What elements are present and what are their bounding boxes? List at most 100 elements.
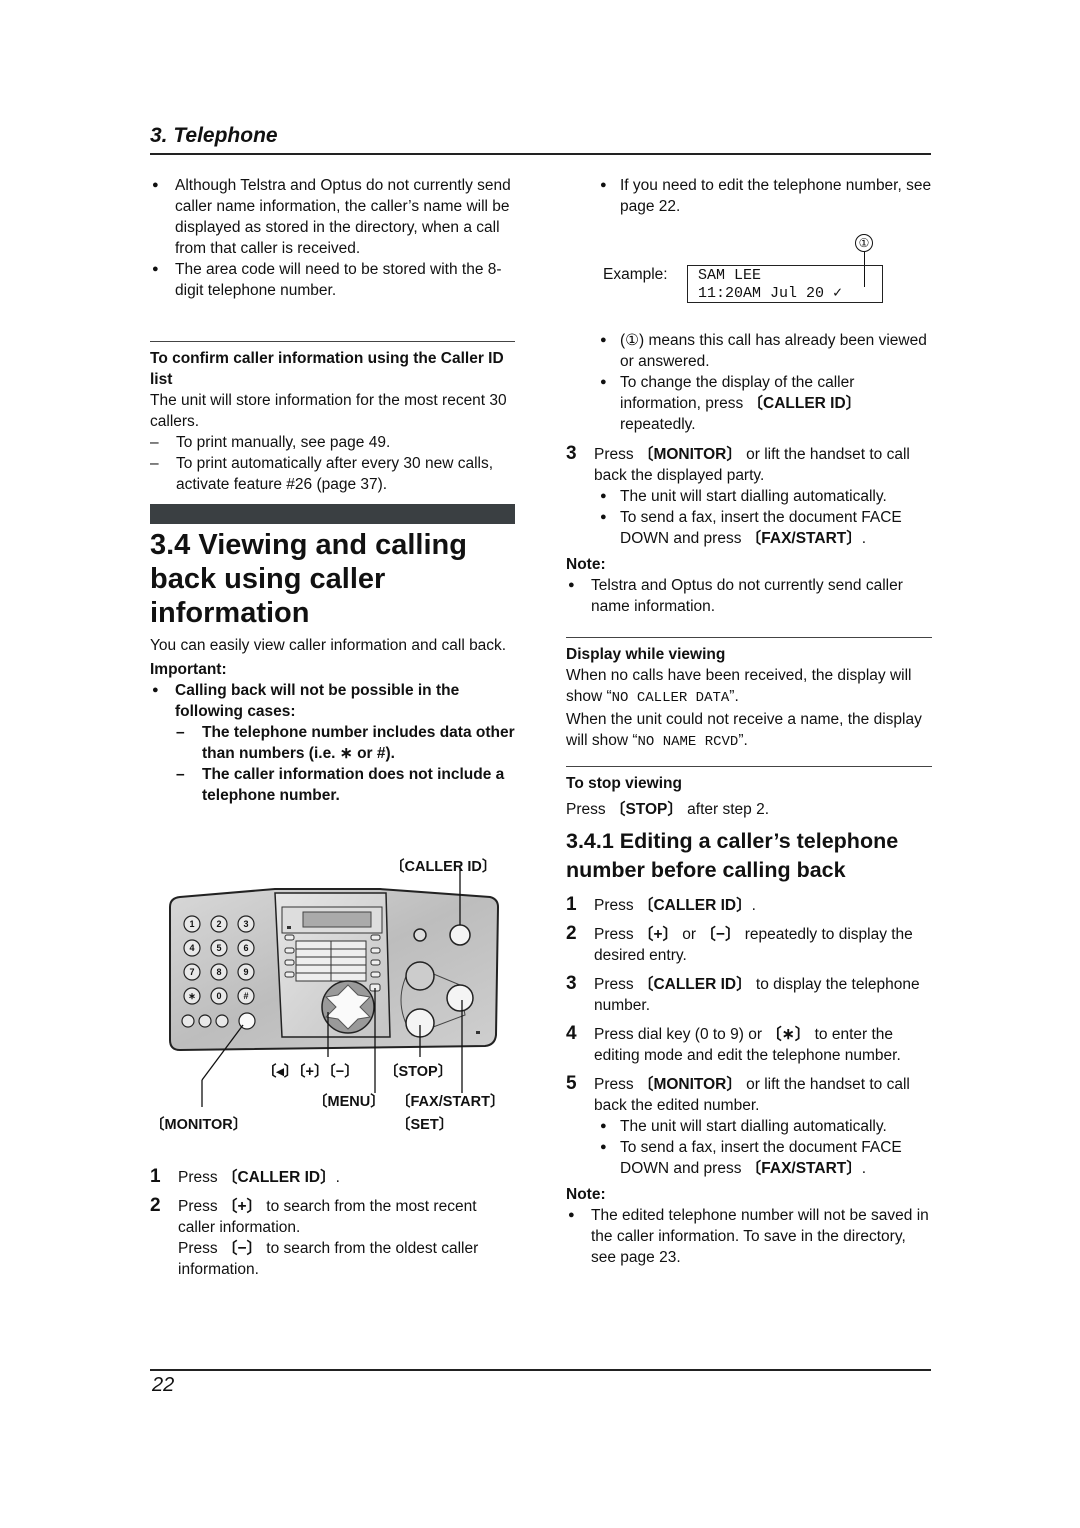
divider (566, 766, 932, 767)
monitor-button-right (405, 961, 435, 991)
section-title: 3.4 Viewing and calling back using calle… (150, 529, 467, 629)
bullet-item: To send a fax, insert the document FACE … (566, 507, 932, 549)
stop-viewing: To stop viewing Press 〔STOP〕 after step … (566, 766, 932, 820)
key-caller-id: 〔CALLER ID〕 (747, 395, 862, 412)
subheading: To stop viewing (566, 775, 682, 792)
step-item: 2 Press 〔+〕 to search from the most rece… (150, 1195, 479, 1278)
keypad-key: 3 (243, 919, 248, 929)
example-label: Example: (603, 266, 668, 283)
important-dash: The caller information does not include … (150, 764, 515, 806)
lcd-message: NO NAME RCVD (637, 734, 739, 750)
lcd-message: NO CALLER DATA (611, 690, 730, 706)
section-bar (150, 504, 515, 524)
keypad-key: 2 (216, 919, 221, 929)
keypad-key: 7 (189, 967, 194, 977)
key-star: 〔∗〕 (766, 1026, 811, 1043)
keypad-key: # (243, 991, 248, 1001)
label-stop: 〔STOP〕 (384, 1064, 453, 1080)
subsection-editing: 3.4.1 Editing a caller’s telephone numbe… (566, 827, 932, 1268)
step-item: 1 Press 〔CALLER ID〕. (150, 1166, 340, 1187)
bullet-item: The area code will need to be stored wit… (150, 259, 515, 301)
keypad-key: 0 (216, 991, 221, 1001)
edit-note: If you need to edit the telephone number… (566, 175, 932, 217)
step-number: 3 (566, 973, 577, 994)
key-stop: 〔STOP〕 (609, 801, 683, 818)
label-set: 〔SET〕 (396, 1117, 454, 1133)
step-number: 1 (150, 1166, 161, 1187)
bullet-item: The unit will start dialling automatical… (566, 1116, 932, 1137)
key-caller-id: 〔CALLER ID〕 (637, 897, 752, 914)
keypad-key: 8 (216, 967, 221, 977)
paragraph: When no calls have been received, the di… (566, 667, 912, 706)
note-item: The edited telephone number will not be … (566, 1205, 932, 1268)
key-plus: 〔+〕 (637, 926, 678, 943)
note-label: Note: (566, 1186, 606, 1203)
intro-bullets: Although Telstra and Optus do not curren… (150, 175, 515, 301)
step-number: 3 (566, 443, 577, 464)
paragraph: You can easily view caller information a… (150, 637, 507, 654)
paragraph: The unit will store information for the … (150, 392, 507, 430)
important-label: Important: (150, 661, 227, 678)
subsection-title: 3.4.1 Editing a caller’s telephone numbe… (566, 829, 899, 882)
bullet-item: (①) means this call has already been vie… (566, 330, 932, 372)
step-number: 5 (566, 1073, 577, 1094)
paragraph: When the unit could not receive a name, … (566, 711, 922, 750)
important-bullet: Calling back will not be possible in the… (150, 680, 515, 722)
step-item: 1 Press 〔CALLER ID〕. (566, 894, 756, 915)
step-item: 5 Press 〔MONITOR〕 or lift the handset to… (566, 1073, 910, 1114)
label-menu: 〔MENU〕 (313, 1094, 385, 1110)
keypad-key: 4 (189, 943, 194, 953)
key-monitor: 〔MONITOR〕 (637, 1076, 742, 1093)
key-fax-start: 〔FAX/START〕 (745, 530, 862, 547)
note-label: Note: (566, 556, 606, 573)
key-fax-start: 〔FAX/START〕 (745, 1160, 862, 1177)
bullet-item: If you need to edit the telephone number… (566, 175, 932, 217)
lcd-line-1: SAM LEE (698, 267, 762, 284)
caller-id-button (449, 924, 471, 946)
keypad-key: 5 (216, 943, 221, 953)
keypad-key: 1 (189, 919, 194, 929)
section-intro: You can easily view caller information a… (150, 635, 515, 806)
step-item: 3 Press 〔MONITOR〕 or lift the handset to… (566, 443, 910, 484)
display-while-viewing: Display while viewing When no calls have… (566, 637, 932, 753)
label-monitor: 〔MONITOR〕 (150, 1117, 248, 1133)
divider (566, 637, 932, 638)
page-number: 22 (152, 1374, 175, 1396)
example-notes: (①) means this call has already been vie… (566, 330, 932, 617)
key-caller-id: 〔CALLER ID〕 (221, 1169, 336, 1186)
note-item: Telstra and Optus do not currently send … (566, 575, 932, 617)
important-dash: The telephone number includes data other… (150, 722, 515, 764)
confirm-caller-info: To confirm caller information using the … (150, 341, 515, 495)
lcd-example: SAM LEE 11:20AM Jul 20 ✓ (687, 265, 883, 303)
step-item: 3 Press 〔CALLER ID〕 to display the telep… (566, 973, 920, 1014)
fax-panel-diagram: 1 2 3 4 5 6 7 8 9 ∗ 0 # 〔CALLER ID〕 〔◂〕〔+〕〔−〕 〔S… (150, 845, 520, 1135)
subheading: Display while viewing (566, 646, 726, 663)
step-item: 2 Press 〔+〕 or 〔−〕 repeatedly to display… (566, 923, 913, 964)
label-nav-keys: 〔◂〕〔+〕〔−〕 (262, 1064, 359, 1080)
step-item: 4 Press dial key (0 to 9) or 〔∗〕 to ente… (566, 1023, 901, 1064)
key-monitor: 〔MONITOR〕 (637, 446, 742, 463)
footer-rule (150, 1369, 931, 1371)
label-caller-id: 〔CALLER ID〕 (390, 859, 497, 875)
keypad-key: 6 (243, 943, 248, 953)
key-plus: 〔+〕 (221, 1198, 262, 1215)
bullet-item: To send a fax, insert the document FACE … (566, 1137, 932, 1179)
step-number: 1 (566, 894, 577, 915)
bullet-item: Although Telstra and Optus do not curren… (150, 175, 515, 259)
keypad-key: ∗ (188, 991, 196, 1001)
dash-item: To print manually, see page 49. (150, 432, 515, 453)
header-rule (150, 153, 931, 155)
bullet-item: The unit will start dialling automatical… (566, 486, 932, 507)
step-number: 2 (566, 923, 577, 944)
chapter-title: 3. Telephone (150, 124, 278, 147)
step-number: 4 (566, 1023, 577, 1044)
key-minus: 〔−〕 (700, 926, 741, 943)
key-caller-id: 〔CALLER ID〕 (637, 976, 752, 993)
subheading: To confirm caller information using the … (150, 350, 504, 388)
keypad-key: 9 (243, 967, 248, 977)
key-minus: 〔−〕 (221, 1240, 262, 1257)
bullet-item: To change the display of the caller info… (566, 372, 932, 435)
divider (150, 341, 515, 342)
lcd-line-2: 11:20AM Jul 20 ✓ (698, 285, 843, 302)
step-number: 2 (150, 1195, 161, 1216)
